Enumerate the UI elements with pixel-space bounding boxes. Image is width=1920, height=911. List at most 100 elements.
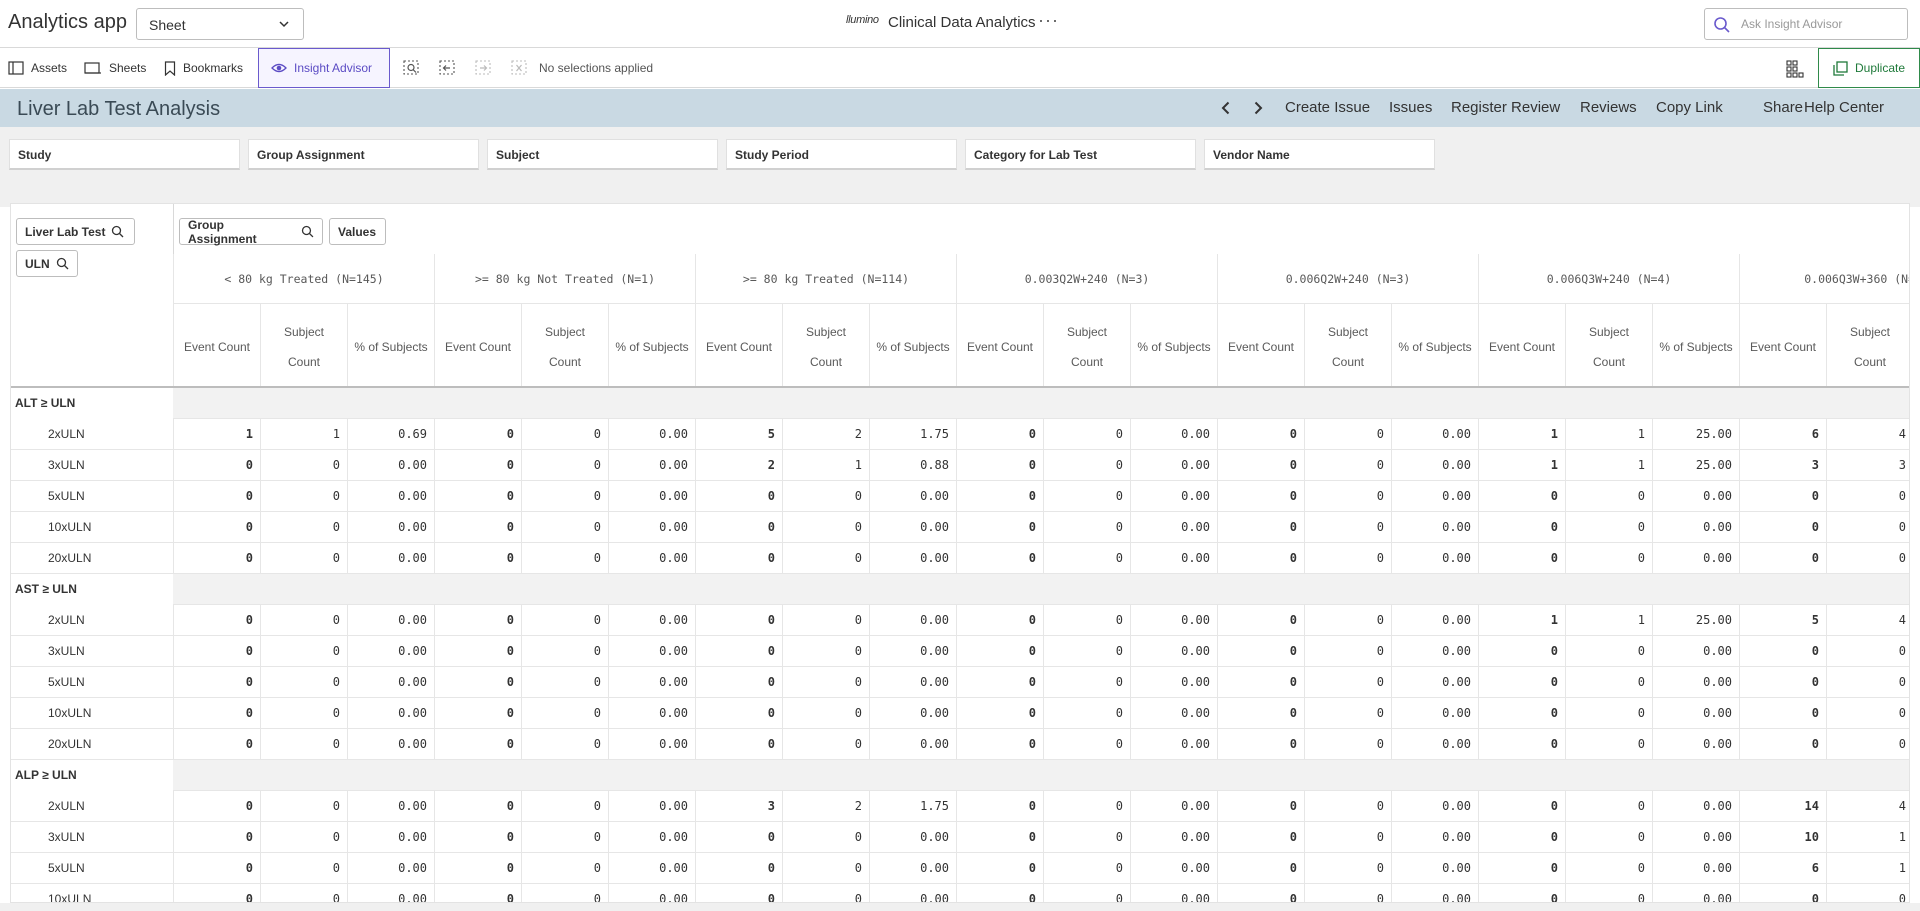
table-cell: 0 [1478,822,1565,853]
row-dim-label: Liver Lab Test [25,224,106,239]
row-label[interactable]: 10xULN [48,706,91,720]
group-header[interactable]: >= 80 kg Not Treated (N=1) [434,254,695,304]
register-review-link[interactable]: Register Review [1451,99,1560,116]
smart-search-icon[interactable] [403,60,421,76]
sheets-button[interactable]: Sheets [76,48,154,88]
row-label[interactable]: 20xULN [48,551,91,565]
group-header[interactable]: < 80 kg Treated (N=145) [173,254,434,304]
next-sheet-icon[interactable] [1251,100,1265,116]
table-cell: 0 [1739,698,1826,729]
table-cell: 0 [173,512,260,543]
table-cell: 0 [956,605,1043,636]
section-label[interactable]: ALT ≥ ULN [15,396,75,410]
measure-header[interactable]: Event Count [173,304,260,386]
measure-header[interactable]: Subject Count [1565,304,1652,386]
grid-view-icon[interactable] [1786,60,1804,78]
group-header[interactable]: >= 80 kg Treated (N=114) [695,254,956,304]
table-cell: 0 [434,605,521,636]
measure-header[interactable]: % of Subjects [1130,304,1217,386]
filter-group-assignment[interactable]: Group Assignment [248,139,479,170]
table-row: 3xULN 0 0 0.00 0 0 0.00 0 0 0.00 0 0 0.00 0 0 0.00 0 0 0.0… [11,822,1909,853]
assets-button[interactable]: Assets [0,48,75,88]
table-cell: 0.00 [1652,822,1739,853]
table-cell: 1 [1826,853,1909,884]
measure-header[interactable]: % of Subjects [1391,304,1478,386]
group-header[interactable]: 0.003Q2W+240 (N=3) [956,254,1217,304]
filter-category-lab-test[interactable]: Category for Lab Test [965,139,1196,170]
filter-vendor-name[interactable]: Vendor Name [1204,139,1435,170]
row-label[interactable]: 5xULN [48,675,85,689]
row-label[interactable]: 10xULN [48,520,91,534]
sheet-select[interactable]: Sheet [136,8,304,40]
bookmarks-button[interactable]: Bookmarks [156,48,251,88]
measure-header[interactable]: Event Count [695,304,782,386]
col-dim-group-assignment[interactable]: Group Assignment [179,218,323,246]
table-cell: 0.00 [1130,884,1217,902]
issues-link[interactable]: Issues [1389,99,1432,116]
measure-header[interactable]: Event Count [434,304,521,386]
previous-sheet-icon[interactable] [1219,100,1233,116]
measure-header[interactable]: Subject Count [260,304,347,386]
table-cell: 1 [1565,605,1652,636]
section-label[interactable]: AST ≥ ULN [15,582,77,596]
table-cell: 0 [260,853,347,884]
row-label[interactable]: 3xULN [48,644,85,658]
insight-advisor-button[interactable]: Insight Advisor [258,48,390,88]
row-dim-liver-lab-test[interactable]: Liver Lab Test [16,218,135,245]
table-cell: 4 [1826,605,1909,636]
table-cell: 0 [1304,667,1391,698]
table-cell: 0 [695,822,782,853]
table-cell: 0 [956,636,1043,667]
section-label[interactable]: ALP ≥ ULN [15,768,77,782]
table-cell: 0.00 [1130,822,1217,853]
reviews-link[interactable]: Reviews [1580,99,1637,116]
measure-header[interactable]: Event Count [1217,304,1304,386]
measure-header[interactable]: % of Subjects [1652,304,1739,386]
group-header[interactable]: 0.006Q2W+240 (N=3) [1217,254,1478,304]
table-cell: 0 [782,667,869,698]
row-label[interactable]: 2xULN [48,799,85,813]
group-header[interactable]: 0.006Q3W+360 (N=25) [1739,254,1909,304]
help-center-link[interactable]: Help Center [1804,99,1884,116]
row-dim-uln[interactable]: ULN [16,250,78,277]
measure-header[interactable]: Event Count [956,304,1043,386]
more-options-icon[interactable]: ··· [1038,10,1059,31]
insight-advisor-input[interactable] [1741,15,1901,33]
measure-header[interactable]: Subject Count [1304,304,1391,386]
measure-header[interactable]: Event Count [1478,304,1565,386]
table-cell: 0 [173,698,260,729]
row-label[interactable]: 5xULN [48,489,85,503]
filter-study[interactable]: Study [9,139,240,170]
measure-header[interactable]: Subject Count [521,304,608,386]
measure-header[interactable]: Subject Count [1043,304,1130,386]
measure-header[interactable]: Event Count [1739,304,1826,386]
copy-link-link[interactable]: Copy Link [1656,99,1723,116]
measure-header[interactable]: % of Subjects [869,304,956,386]
step-forward-icon[interactable] [475,60,493,76]
filter-study-period[interactable]: Study Period [726,139,957,170]
col-dim-values[interactable]: Values [329,218,386,245]
table-cell: 0 [1043,667,1130,698]
row-label[interactable]: 2xULN [48,427,85,441]
row-label[interactable]: 5xULN [48,861,85,875]
section-row: AST ≥ ULN [11,574,1909,605]
measure-header[interactable]: Subject Count [1826,304,1909,386]
measure-header[interactable]: % of Subjects [608,304,695,386]
table-cell: 0.00 [869,729,956,760]
table-cell: 0.00 [608,853,695,884]
insight-advisor-search[interactable] [1704,8,1908,40]
measure-header[interactable]: % of Subjects [347,304,434,386]
filter-subject[interactable]: Subject [487,139,718,170]
row-label[interactable]: 3xULN [48,458,85,472]
step-back-icon[interactable] [439,60,457,76]
clear-selections-icon[interactable] [511,60,529,76]
row-label[interactable]: 2xULN [48,613,85,627]
duplicate-button[interactable]: Duplicate [1818,48,1920,88]
group-header[interactable]: 0.006Q3W+240 (N=4) [1478,254,1739,304]
create-issue-link[interactable]: Create Issue [1285,99,1370,116]
row-label[interactable]: 3xULN [48,830,85,844]
share-link[interactable]: Share [1763,99,1803,116]
measure-header[interactable]: Subject Count [782,304,869,386]
row-label[interactable]: 20xULN [48,737,91,751]
row-label[interactable]: 10xULN [48,892,91,902]
